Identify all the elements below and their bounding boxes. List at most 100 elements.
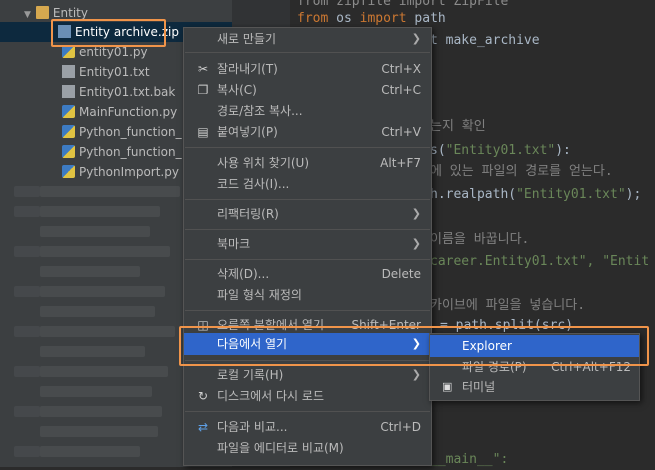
- blurred-content: [14, 326, 40, 337]
- tree-item[interactable]: MainFunction.py: [62, 102, 177, 122]
- blurred-content: [40, 286, 165, 297]
- menu-item-override-file-type[interactable]: 파일 형식 재정의: [184, 284, 431, 306]
- scissors-icon: ✂: [197, 62, 209, 76]
- code-string: "Entity01.txt": [445, 143, 556, 158]
- submenu-item-terminal[interactable]: ▣ 터미널: [430, 376, 639, 398]
- menu-shortcut: Ctrl+V: [381, 125, 421, 139]
- blurred-content: [40, 306, 155, 317]
- menu-item-find-usages[interactable]: 사용 위치 찾기(U) Alt+F7: [184, 152, 431, 174]
- menu-separator: [185, 310, 430, 311]
- menu-separator: [185, 52, 430, 53]
- tree-folder-label: Entity: [52, 6, 88, 20]
- tree-item-label: Entity01.txt.bak: [79, 85, 176, 99]
- menu-item-label: 잘라내기(T): [217, 62, 278, 76]
- menu-item-copy-path[interactable]: 경로/참조 복사...: [184, 100, 431, 122]
- code-line: career.Entity01.txt", "Entit: [430, 252, 649, 272]
- folder-icon: [35, 6, 49, 19]
- code-comment: 는지 확인: [430, 119, 486, 134]
- code-line: t make_archive: [430, 33, 540, 48]
- chevron-right-icon: ❯: [411, 368, 421, 381]
- blurred-content: [40, 246, 170, 257]
- submenu-item-label: 터미널: [462, 380, 496, 394]
- blurred-content: [40, 386, 152, 397]
- python-file-icon: [62, 125, 75, 138]
- highlight-box: [179, 326, 649, 366]
- menu-item-label: 리팩터링(R): [217, 207, 279, 221]
- chevron-right-icon: ❯: [411, 207, 421, 220]
- tree-item[interactable]: PythonImport.py: [62, 162, 179, 182]
- menu-item-label: 코드 검사(I)...: [217, 177, 290, 191]
- python-file-icon: [62, 165, 75, 178]
- tree-item-label: Entity01.txt: [79, 65, 150, 79]
- tree-item-label: entity01.py: [79, 45, 148, 59]
- menu-item-reload-from-disk[interactable]: ↻ 디스크에서 다시 로드: [184, 385, 431, 407]
- menu-item-delete[interactable]: 삭제(D)... Delete: [184, 263, 431, 285]
- menu-item-label: 사용 위치 찾기(U): [217, 156, 310, 170]
- tree-item-label: Python_function_00: [79, 145, 182, 159]
- blurred-content: [14, 406, 40, 417]
- menu-item-label: 새로 만들기: [217, 32, 277, 46]
- code-token: s(: [430, 143, 446, 158]
- tree-item[interactable]: Entity01.txt.bak: [62, 82, 175, 102]
- menu-item-label: 북마크: [217, 237, 251, 251]
- reload-icon: ↻: [197, 389, 209, 403]
- code-string: career.Entity01.txt",: [430, 254, 603, 269]
- code-comment: 카이브에 파일을 넣습니다.: [430, 298, 586, 313]
- code-token: ):: [555, 143, 571, 158]
- blurred-content: [40, 186, 180, 197]
- blurred-content: [40, 426, 158, 437]
- menu-item-paste[interactable]: ▤ 붙여넣기(P) Ctrl+V: [184, 121, 431, 143]
- menu-item-label: 붙여넣기(P): [217, 125, 278, 139]
- menu-item-cut[interactable]: ✂ 잘라내기(T) Ctrl+X: [184, 58, 431, 80]
- menu-item-refactor[interactable]: 리팩터링(R) ❯: [184, 203, 431, 225]
- chevron-right-icon: ❯: [411, 237, 421, 250]
- menu-item-bookmarks[interactable]: 북마크 ❯: [184, 233, 431, 255]
- clipboard-icon: ▤: [197, 125, 209, 139]
- compare-icon: ⇄: [197, 420, 209, 434]
- menu-item-inspect-code[interactable]: 코드 검사(I)...: [184, 173, 431, 195]
- menu-shortcut: Ctrl+C: [381, 83, 421, 97]
- menu-shortcut: Delete: [381, 267, 421, 281]
- code-line: s("Entity01.txt"):: [430, 141, 571, 161]
- menu-item-label: 삭제(D)...: [217, 267, 270, 281]
- code-token: h.realpath(: [430, 187, 517, 202]
- code-token: import: [351, 11, 415, 26]
- chevron-right-icon: ❯: [411, 32, 421, 45]
- text-file-icon: [62, 85, 75, 98]
- menu-item-compare-with-editor[interactable]: 파일을 에디터로 비교(M): [184, 437, 431, 459]
- tree-item[interactable]: Entity01.txt: [62, 62, 150, 82]
- menu-item-label: 복사(C): [217, 83, 257, 97]
- code-comment: 이름을 바꿉니다.: [430, 232, 530, 247]
- menu-separator: [185, 411, 430, 412]
- menu-item-new[interactable]: 새로 만들기 ❯: [184, 28, 431, 50]
- blurred-content: [40, 226, 150, 237]
- code-string: "Entity01.txt": [516, 187, 626, 202]
- tree-item-label: MainFunction.py: [79, 105, 178, 119]
- code-token: from: [297, 11, 337, 26]
- terminal-icon: ▣: [442, 380, 453, 393]
- tree-item[interactable]: Python_function_00: [62, 142, 182, 162]
- blurred-content: [14, 366, 40, 377]
- blurred-content: [40, 326, 175, 337]
- code-token: os: [336, 11, 352, 26]
- highlight-box: [51, 19, 166, 47]
- menu-item-label: 파일을 에디터로 비교(M): [217, 441, 344, 455]
- menu-item-compare-with[interactable]: ⇄ 다음과 비교... Ctrl+D: [184, 416, 431, 438]
- blurred-content: [14, 246, 40, 257]
- text-file-icon: [62, 65, 75, 78]
- blurred-content: [40, 266, 140, 277]
- menu-item-copy[interactable]: ❐ 복사(C) Ctrl+C: [184, 79, 431, 101]
- menu-item-label: 경로/참조 복사...: [217, 104, 303, 118]
- blurred-content: [40, 206, 160, 217]
- copy-icon: ❐: [197, 83, 209, 97]
- menu-separator: [185, 199, 430, 200]
- tree-item[interactable]: Python_function_00: [62, 122, 182, 142]
- code-token: path: [414, 11, 446, 26]
- blurred-content: [14, 206, 40, 217]
- tree-item-label: Python_function_00: [79, 125, 182, 139]
- blurred-content: [40, 366, 168, 377]
- menu-item-local-history[interactable]: 로컬 기록(H) ❯: [184, 364, 431, 386]
- menu-separator: [185, 147, 430, 148]
- menu-item-label: 로컬 기록(H): [217, 368, 284, 382]
- expand-arrow-icon[interactable]: ▼: [24, 10, 31, 20]
